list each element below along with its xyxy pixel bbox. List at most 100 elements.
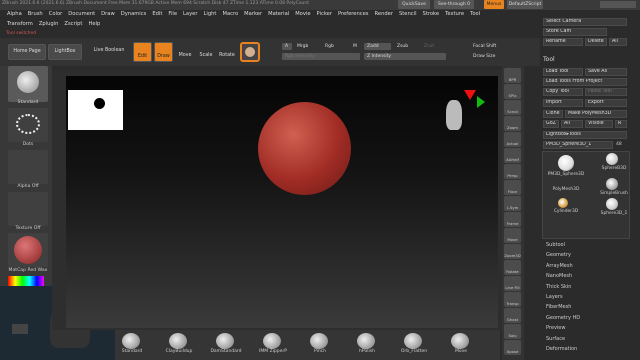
right-shelf-actual-button[interactable]: Actual <box>504 132 521 147</box>
brush-thumbnail[interactable] <box>8 66 48 102</box>
load-tool-button[interactable]: Load Tool <box>543 68 583 76</box>
menus-button[interactable]: Menus <box>484 0 504 9</box>
draw-size-slider[interactable]: Draw Size <box>470 53 536 60</box>
zsub-toggle[interactable]: Zsub <box>394 43 418 50</box>
menu-document[interactable]: Document <box>65 10 98 19</box>
subpalette-arraymesh[interactable]: ArrayMesh <box>546 263 573 269</box>
store-cam-button[interactable]: Store Cam <box>543 28 607 36</box>
goz-all-button[interactable]: All <box>561 120 583 128</box>
head-orientation-icon[interactable] <box>446 100 462 130</box>
brush-5-thumbnail[interactable] <box>357 333 375 349</box>
subpalette-geometry[interactable]: Geometry <box>546 252 571 258</box>
menu-render[interactable]: Render <box>372 10 396 19</box>
brush-6-thumbnail[interactable] <box>404 333 422 349</box>
brush-1-thumbnail[interactable] <box>169 333 187 349</box>
current-tool-slider[interactable]: PM3D_Sphere3D_1 <box>543 141 613 149</box>
seethrough-slider[interactable]: See-through 0 <box>434 0 474 9</box>
menu-tool[interactable]: Tool <box>467 10 483 19</box>
menu-light[interactable]: Light <box>201 10 220 19</box>
right-shelf-xpose-button[interactable]: Xpose <box>504 340 521 355</box>
right-shelf-l-sym-button[interactable]: L.Sym <box>504 196 521 211</box>
menu-zscript[interactable]: Zscript <box>61 20 85 29</box>
menu-edit[interactable]: Edit <box>149 10 165 19</box>
menu-transform[interactable]: Transform <box>4 20 36 29</box>
right-shelf-move-button[interactable]: Move <box>504 228 521 243</box>
r-button[interactable]: R <box>615 120 627 128</box>
move-button[interactable]: Move <box>176 42 194 62</box>
all-button[interactable]: All <box>609 38 627 46</box>
a-toggle[interactable]: A <box>282 43 292 50</box>
texture-thumbnail[interactable] <box>8 192 48 226</box>
tool-5-thumbnail[interactable] <box>606 198 618 210</box>
subpalette-nanomesh[interactable]: NanoMesh <box>546 273 572 279</box>
subpalette-layers[interactable]: Layers <box>546 294 563 300</box>
menu-help[interactable]: Help <box>85 20 103 29</box>
m-toggle[interactable]: M <box>350 43 360 50</box>
paste-tool-button[interactable]: Paste Tool <box>585 88 627 96</box>
menu-file[interactable]: File <box>165 10 180 19</box>
z-intensity-slider[interactable]: Z Intensity <box>364 53 446 60</box>
rename-button[interactable]: Rename <box>543 38 583 46</box>
rgb-toggle[interactable]: Rgb <box>322 43 346 50</box>
brush-7-thumbnail[interactable] <box>451 333 469 349</box>
right-shelf-zoom-button[interactable]: Zoom <box>504 116 521 131</box>
menu-alpha[interactable]: Alpha <box>4 10 25 19</box>
subpalette-thick-skin[interactable]: Thick Skin <box>546 284 571 290</box>
right-shelf-ghost-button[interactable]: Ghost <box>504 308 521 323</box>
right-shelf-line-fill-button[interactable]: Line Fill <box>504 276 521 291</box>
quicksave-button[interactable]: QuickSave <box>398 0 430 9</box>
export-button[interactable]: Export <box>585 99 627 107</box>
right-shelf-aahalf-button[interactable]: AAHalf <box>504 148 521 163</box>
brush-2-thumbnail[interactable] <box>216 333 234 349</box>
menu-macro[interactable]: Macro <box>219 10 241 19</box>
right-shelf-scroll-button[interactable]: Scroll <box>504 100 521 115</box>
menu-texture[interactable]: Texture <box>442 10 467 19</box>
goz-button[interactable]: GoZ <box>543 120 559 128</box>
menu-movie[interactable]: Movie <box>292 10 313 19</box>
zcut-toggle[interactable]: Zcut <box>421 43 445 50</box>
rotate-button[interactable]: Rotate <box>218 42 236 62</box>
window-controls[interactable] <box>600 1 636 8</box>
menu-layer[interactable]: Layer <box>180 10 200 19</box>
load-project-button[interactable]: Load Tools From Project <box>543 78 627 86</box>
menu-marker[interactable]: Marker <box>241 10 265 19</box>
visible-button[interactable]: Visible <box>585 120 613 128</box>
menu-draw[interactable]: Draw <box>98 10 118 19</box>
mrgb-toggle[interactable]: Mrgb <box>294 43 318 50</box>
right-shelf-spix-button[interactable]: SPix <box>504 84 521 99</box>
right-shelf-solo-button[interactable]: Solo <box>504 324 521 339</box>
lightbox-tools-button[interactable]: Lightbox▸Tools <box>543 131 627 139</box>
menu-stencil[interactable]: Stencil <box>396 10 420 19</box>
copy-tool-button[interactable]: Copy Tool <box>543 88 583 96</box>
stroke-thumbnail[interactable] <box>8 108 48 142</box>
subpalette-surface[interactable]: Surface <box>546 336 565 342</box>
tool-4-thumbnail[interactable] <box>558 198 568 208</box>
edit-button[interactable]: Edit <box>133 42 152 62</box>
brush-4-thumbnail[interactable] <box>310 333 328 349</box>
subpalette-preview[interactable]: Preview <box>546 325 565 331</box>
menu-dynamics[interactable]: Dynamics <box>118 10 150 19</box>
menu-material[interactable]: Material <box>265 10 292 19</box>
right-shelf-floor-button[interactable]: Floor <box>504 180 521 195</box>
scale-button[interactable]: Scale <box>197 42 215 62</box>
delete-button[interactable]: Delete <box>585 38 607 46</box>
right-shelf-frame-button[interactable]: Frame <box>504 212 521 227</box>
menu-stroke[interactable]: Stroke <box>420 10 443 19</box>
tool-1-thumbnail[interactable] <box>606 153 618 165</box>
right-shelf-bpr-button[interactable]: BPR <box>504 68 521 83</box>
make-polymesh-button[interactable]: Make PolyMesh3D <box>565 110 627 118</box>
save-as-button[interactable]: Save As <box>585 68 627 76</box>
subpalette-fibermesh[interactable]: FiberMesh <box>546 304 571 310</box>
right-shelf-transp-button[interactable]: Transp <box>504 292 521 307</box>
sphere-model[interactable] <box>258 102 351 195</box>
default-zscript-button[interactable]: DefaultZScript <box>507 0 543 9</box>
clone-button[interactable]: Clone <box>543 110 563 118</box>
right-shelf-zoom3d-button[interactable]: Zoom3D <box>504 244 521 259</box>
brush-0-thumbnail[interactable] <box>122 333 140 349</box>
import-button[interactable]: Import <box>543 99 583 107</box>
menu-picker[interactable]: Picker <box>314 10 335 19</box>
menu-zplugin[interactable]: Zplugin <box>36 20 62 29</box>
menu-preferences[interactable]: Preferences <box>335 10 372 19</box>
live-boolean-button[interactable]: Live Boolean <box>88 44 130 60</box>
menu-color[interactable]: Color <box>46 10 66 19</box>
